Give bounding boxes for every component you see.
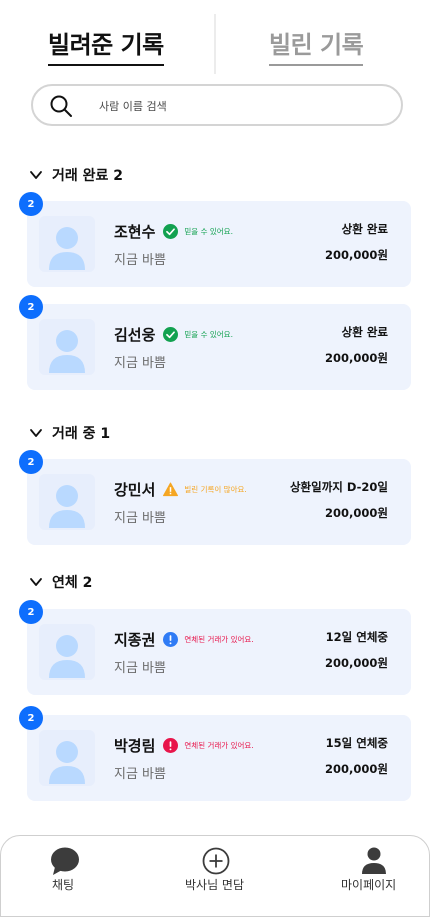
bottom-nav: 채팅 박사님 면담 마이페이지 xyxy=(0,835,430,917)
tab-divider xyxy=(214,14,216,74)
info-circle-icon xyxy=(163,631,179,647)
person-name: 김선웅 xyxy=(114,325,156,344)
name-row: 김선웅 믿을 수 있어요. xyxy=(114,323,233,345)
name-row: 박경림 연체된 거래가 있어요. xyxy=(114,734,254,756)
amount: 200,000원 xyxy=(325,351,388,365)
availability-text: 지금 바쁨 xyxy=(114,767,166,782)
lending-card[interactable]: 조현수 믿을 수 있어요. 지금 바쁨 상환 완료 200,000원 xyxy=(27,201,411,287)
person-name: 조현수 xyxy=(114,222,156,241)
count-badge: 2 xyxy=(19,192,43,216)
repayment-status: 15일 연체중 xyxy=(325,736,388,750)
lending-card[interactable]: 김선웅 믿을 수 있어요. 지금 바쁨 상환 완료 200,000원 xyxy=(27,304,411,390)
trust-status-text: 믿을 수 있어요. xyxy=(184,226,233,236)
chevron-down-icon xyxy=(30,578,42,586)
person-icon xyxy=(362,847,386,874)
tab-borrowed-label: 빌린 기록 xyxy=(269,31,364,59)
count-badge: 2 xyxy=(19,450,43,474)
lending-card[interactable]: 지종권 연체된 거래가 있어요. 지금 바쁨 12일 연체중 200,000원 xyxy=(27,609,411,695)
trust-status-text: 믿을 수 있어요. xyxy=(184,329,233,339)
nav-mypage-label: 마이페이지 xyxy=(341,878,397,892)
section-title: 거래 완료 2 xyxy=(52,168,124,184)
tab-bar: 빌려준 기록 빌린 기록 xyxy=(0,14,430,74)
section-header-completed[interactable]: 거래 완료 2 xyxy=(28,164,123,186)
count-badge: 2 xyxy=(19,295,43,319)
count-badge: 2 xyxy=(19,706,43,730)
tab-lent-label: 빌려준 기록 xyxy=(48,31,164,59)
availability-text: 지금 바쁨 xyxy=(114,356,166,371)
tab-inactive-underline xyxy=(269,64,364,66)
trust-status-text: 연체된 거래가 있어요. xyxy=(184,740,254,750)
tab-lent-records[interactable]: 빌려준 기록 xyxy=(48,28,164,66)
section-header-overdue[interactable]: 연체 2 xyxy=(28,571,92,593)
trust-status-text: 빌린 기록이 많아요. xyxy=(184,484,247,494)
chat-bubble-icon xyxy=(51,847,79,875)
repayment-status: 상환 완료 xyxy=(341,325,388,339)
person-avatar-icon xyxy=(49,227,85,270)
repayment-status: 12일 연체중 xyxy=(325,630,388,644)
chevron-down-icon xyxy=(30,429,42,437)
name-row: 조현수 믿을 수 있어요. xyxy=(114,220,233,242)
tab-borrowed-records[interactable]: 빌린 기록 xyxy=(269,28,364,66)
nav-mypage[interactable]: 마이페이지 xyxy=(339,836,409,900)
search-bar xyxy=(31,84,403,126)
tab-active-underline xyxy=(48,64,164,66)
search-icon[interactable] xyxy=(49,94,73,118)
avatar xyxy=(39,474,95,530)
person-avatar-icon xyxy=(49,330,85,373)
trust-status-text: 연체된 거래가 있어요. xyxy=(184,634,254,644)
avatar xyxy=(39,624,95,680)
section-title: 거래 중 1 xyxy=(52,426,111,442)
person-name: 박경림 xyxy=(114,736,156,755)
name-row: 지종권 연체된 거래가 있어요. xyxy=(114,628,254,650)
check-circle-icon xyxy=(163,223,179,239)
person-avatar-icon xyxy=(49,741,85,784)
lending-card[interactable]: 강민서 빌린 기록이 많아요. 지금 바쁨 상환일까지 D-20일 200,00… xyxy=(27,459,411,545)
amount: 200,000원 xyxy=(325,762,388,776)
nav-consultation-label: 박사님 면담 xyxy=(185,878,245,892)
person-avatar-icon xyxy=(49,635,85,678)
section-title: 연체 2 xyxy=(52,575,93,591)
person-avatar-icon xyxy=(49,485,85,528)
availability-text: 지금 바쁨 xyxy=(114,661,166,676)
warning-triangle-icon xyxy=(163,481,179,496)
amount: 200,000원 xyxy=(325,248,388,262)
section-header-in-progress[interactable]: 거래 중 1 xyxy=(28,422,110,444)
lending-card[interactable]: 박경림 연체된 거래가 있어요. 지금 바쁨 15일 연체중 200,000원 xyxy=(27,715,411,801)
check-circle-icon xyxy=(163,326,179,342)
nav-chat[interactable]: 채팅 xyxy=(48,836,88,900)
person-name: 지종권 xyxy=(114,630,156,649)
nav-consultation[interactable]: 박사님 면담 xyxy=(181,836,251,900)
chevron-down-icon xyxy=(30,171,42,179)
amount: 200,000원 xyxy=(325,506,388,520)
count-badge: 2 xyxy=(19,600,43,624)
avatar xyxy=(39,216,95,272)
plus-circle-icon xyxy=(202,847,230,875)
avatar xyxy=(39,319,95,375)
repayment-status: 상환 완료 xyxy=(341,222,388,236)
name-row: 강민서 빌린 기록이 많아요. xyxy=(114,478,247,500)
search-input[interactable] xyxy=(97,92,381,120)
amount: 200,000원 xyxy=(325,656,388,670)
availability-text: 지금 바쁨 xyxy=(114,511,166,526)
availability-text: 지금 바쁨 xyxy=(114,253,166,268)
repayment-status: 상환일까지 D-20일 xyxy=(289,480,388,494)
person-name: 강민서 xyxy=(114,480,156,499)
alert-circle-icon xyxy=(163,737,179,753)
nav-chat-label: 채팅 xyxy=(52,878,75,892)
avatar xyxy=(39,730,95,786)
